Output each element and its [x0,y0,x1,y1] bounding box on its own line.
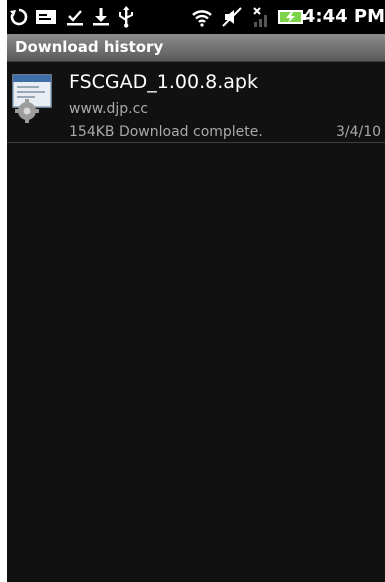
no-signal-icon [253,7,267,27]
divider [7,142,385,143]
download-status: 154KB Download complete. [69,124,263,140]
vibrate-off-icon [222,7,242,27]
sync-icon [10,8,28,26]
status-bar: 4:44 PM [7,0,385,34]
page-title: Download history [15,38,164,56]
list-item[interactable]: FSCGAD_1.00.8.apk www.djp.cc 154KB Downl… [7,63,385,141]
download-filename: FSCGAD_1.00.8.apk [69,71,258,93]
clock: 4:44 PM [302,6,385,27]
download-icon [93,8,109,26]
message-icon [36,10,56,24]
download-source: www.djp.cc [69,101,149,117]
download-date: 3/4/10 [336,124,382,140]
screen: 4:44 PM Download history FSCGAD_1.00.8.a… [7,0,385,582]
title-bar: Download history [7,34,385,62]
usb-icon [119,6,133,28]
wifi-icon [192,10,212,27]
download-done-icon [67,10,83,26]
apk-installer-icon [12,74,52,123]
